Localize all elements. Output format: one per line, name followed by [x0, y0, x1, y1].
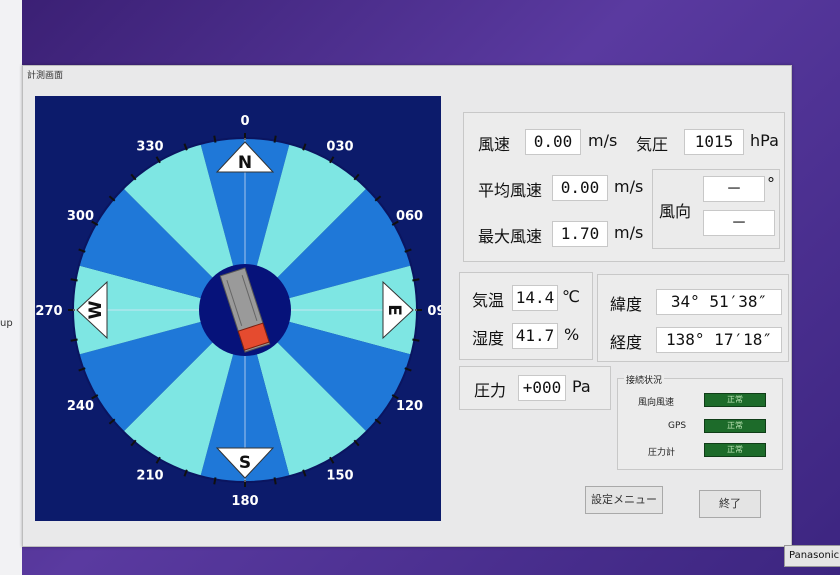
avg-wind-unit: m/s — [614, 177, 644, 196]
environment-group: 気温 14.4 ℃ 湿度 41.7 % — [459, 272, 593, 360]
temperature-label: 気温 — [472, 291, 505, 310]
measurement-window: 計測画面 0 030 060 090 120 150 180 210 240 270 300 330 N… — [22, 65, 792, 547]
direction-label: 風向 — [659, 202, 692, 221]
avg-wind-label: 平均風速 — [478, 181, 543, 200]
connection-status-gauge: 正常 — [704, 443, 766, 457]
wind-speed-value: 0.00 — [525, 129, 581, 155]
compass-tick — [70, 278, 78, 282]
position-group: 緯度 34° 51′38″ 経度 138° 17′18″ — [597, 274, 789, 362]
temperature-unit: ℃ — [562, 287, 580, 306]
compass-degree-label: 180 — [231, 494, 258, 509]
compass-degree-label: 270 — [35, 304, 62, 319]
latitude-value: 34° 51′38″ — [656, 289, 782, 315]
gauge-value: +000 — [518, 375, 566, 401]
compass-tick — [273, 135, 277, 143]
humidity-label: 湿度 — [472, 329, 505, 348]
settings-menu-button[interactable]: 設定メニュー — [585, 486, 663, 514]
compass-tick — [412, 278, 420, 282]
south-letter: S — [239, 453, 251, 473]
direction-value-1: － — [703, 176, 765, 202]
temperature-value: 14.4 — [512, 285, 558, 311]
pressure-value: 1015 — [684, 129, 744, 155]
compass-panel: 0 030 060 090 120 150 180 210 240 270 300 330 N S E W — [35, 96, 441, 521]
compass-degree-label: 030 — [326, 139, 353, 154]
compass-degree-label: 330 — [136, 139, 163, 154]
direction-group: 風向 － ° － — [652, 169, 780, 249]
connection-label-gps: GPS — [668, 421, 687, 431]
wind-speed-label: 風速 — [478, 135, 511, 154]
desktop-left-strip — [0, 0, 22, 575]
max-wind-unit: m/s — [614, 223, 644, 242]
connection-title: 接続状況 — [624, 373, 665, 386]
max-wind-label: 最大風速 — [478, 227, 543, 246]
compass-tick — [213, 477, 217, 485]
north-letter: N — [238, 153, 252, 173]
compass-degree-label: 0 — [240, 114, 249, 129]
compass-degree-label: 120 — [396, 399, 423, 414]
wind-group: 風速 0.00 m/s 気圧 1015 hPa 平均風速 0.00 m/s 最大… — [463, 112, 785, 262]
humidity-unit: % — [564, 325, 580, 344]
avg-wind-value: 0.00 — [552, 175, 608, 201]
desktop-left-text: up — [0, 318, 13, 329]
compass-degree-label: 150 — [326, 469, 353, 484]
gauge-unit: Pa — [572, 377, 591, 396]
direction-value-2: － — [703, 210, 775, 236]
longitude-label: 経度 — [610, 333, 643, 352]
compass-degree-label: 090 — [427, 304, 441, 319]
connection-status-wind: 正常 — [704, 393, 766, 407]
compass-degree-label: 060 — [396, 209, 423, 224]
compass-tick — [273, 477, 277, 485]
connection-status-gps: 正常 — [704, 419, 766, 433]
compass-degree-label: 240 — [67, 399, 94, 414]
exit-button[interactable]: 終了 — [699, 490, 761, 518]
pressure-label: 気圧 — [636, 135, 669, 154]
connection-label-gauge: 圧力計 — [648, 448, 676, 458]
compass-tick — [213, 135, 217, 143]
east-letter: E — [384, 304, 404, 316]
longitude-value: 138° 17′18″ — [656, 327, 782, 353]
gauge-label: 圧力 — [474, 381, 507, 400]
west-letter: W — [86, 300, 106, 319]
compass-degree-label: 300 — [67, 209, 94, 224]
max-wind-value: 1.70 — [552, 221, 608, 247]
compass-tick — [70, 338, 78, 342]
gauge-group: 圧力 +000 Pa — [459, 366, 611, 410]
humidity-value: 41.7 — [512, 323, 558, 349]
compass-degree-label: 210 — [136, 469, 163, 484]
connection-group: 接続状況 風向風速 正常 GPS 正常 圧力計 正常 — [617, 373, 783, 470]
compass-tick — [412, 338, 420, 342]
compass-rose: 0 030 060 090 120 150 180 210 240 270 300 330 N S E W — [35, 114, 441, 509]
pressure-unit: hPa — [750, 131, 779, 150]
wind-speed-unit: m/s — [588, 131, 618, 150]
latitude-label: 緯度 — [610, 295, 643, 314]
window-title: 計測画面 — [27, 71, 64, 81]
taskbar-item[interactable]: Panasonic — [784, 545, 840, 567]
connection-label-wind: 風向風速 — [638, 398, 675, 408]
direction-degree-unit: ° — [767, 174, 775, 193]
